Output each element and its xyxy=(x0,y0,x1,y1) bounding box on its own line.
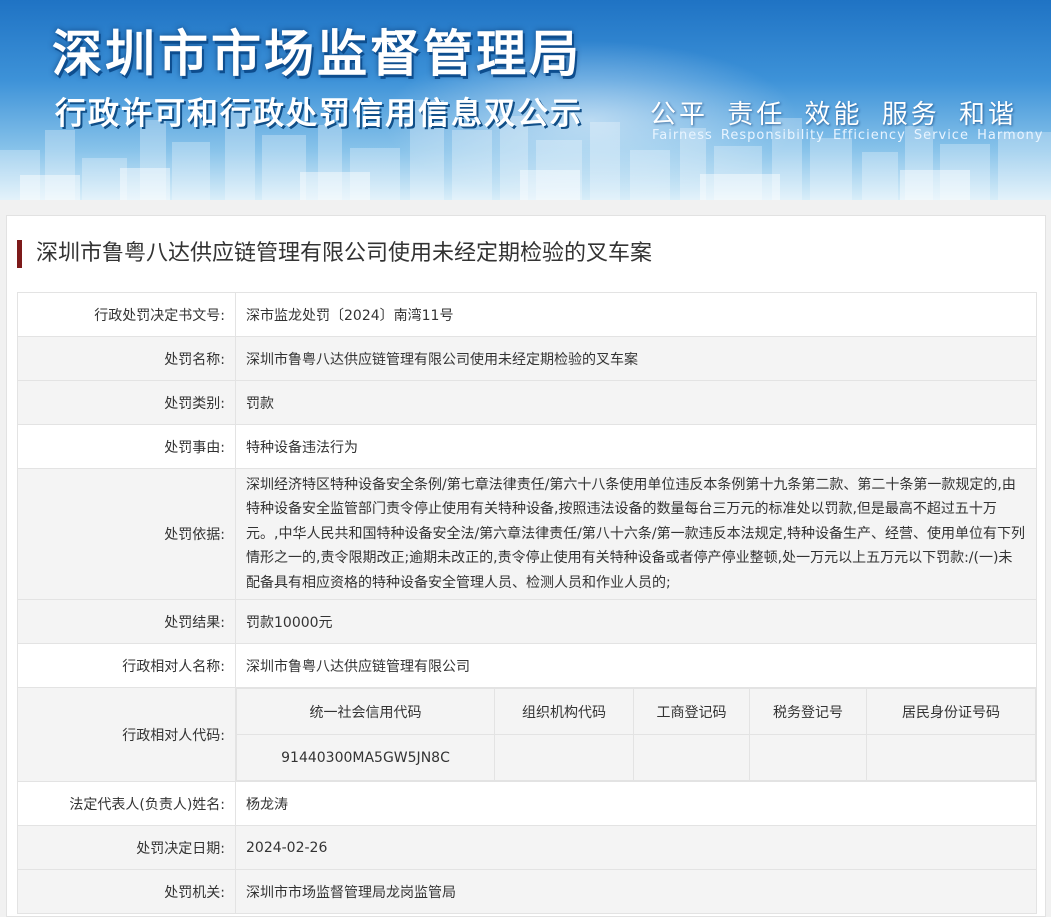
row-label: 处罚决定日期: xyxy=(17,825,236,870)
case-info-table: 行政处罚决定书文号: 深市监龙处罚〔2024〕南湾11号 处罚名称: 深圳市鲁粤… xyxy=(17,292,1037,914)
party-codes-table: 统一社会信用代码 组织机构代码 工商登记码 税务登记号 居民身份证号码 9144… xyxy=(236,688,1036,781)
code-value xyxy=(494,734,634,781)
code-value xyxy=(749,734,867,781)
code-value xyxy=(866,734,1036,781)
code-value xyxy=(633,734,750,781)
row-label: 处罚事由: xyxy=(17,424,236,469)
row-value: 深圳市市场监督管理局龙岗监管局 xyxy=(235,869,1037,914)
row-value: 深圳市鲁粤八达供应链管理有限公司使用未经定期检验的叉车案 xyxy=(235,336,1037,381)
code-header: 组织机构代码 xyxy=(494,688,634,735)
row-value: 罚款 xyxy=(235,380,1037,425)
codes-header-row: 统一社会信用代码 组织机构代码 工商登记码 税务登记号 居民身份证号码 xyxy=(236,688,1036,735)
row-value: 深市监龙处罚〔2024〕南湾11号 xyxy=(235,292,1037,337)
row-penalty-basis: 处罚依据: 深圳经济特区特种设备安全条例/第七章法律责任/第六十八条使用单位违反… xyxy=(17,468,1037,600)
row-label: 处罚机关: xyxy=(17,869,236,914)
row-label: 处罚结果: xyxy=(17,599,236,644)
row-penalty-result: 处罚结果: 罚款10000元 xyxy=(17,599,1037,644)
row-label: 行政相对人代码: xyxy=(17,687,236,782)
code-header: 居民身份证号码 xyxy=(866,688,1036,735)
row-legal-rep: 法定代表人(负责人)姓名: 杨龙涛 xyxy=(17,781,1037,826)
row-penalty-reason: 处罚事由: 特种设备违法行为 xyxy=(17,424,1037,469)
row-label: 处罚名称: xyxy=(17,336,236,381)
header-banner: 深圳市市场监督管理局 行政许可和行政处罚信用信息双公示 公平 责任 效能 服务 … xyxy=(0,0,1051,200)
banner-values-cn: 公平 责任 效能 服务 和谐 xyxy=(650,100,1018,130)
row-label: 行政相对人名称: xyxy=(17,643,236,688)
row-party-codes: 行政相对人代码: 统一社会信用代码 组织机构代码 工商登记码 税务登记号 居民身… xyxy=(17,687,1037,782)
row-penalty-name: 处罚名称: 深圳市鲁粤八达供应链管理有限公司使用未经定期检验的叉车案 xyxy=(17,336,1037,381)
row-value: 2024-02-26 xyxy=(235,825,1037,870)
banner-values-en: Fairness Responsibility Efficiency Servi… xyxy=(652,128,1044,143)
row-value: 深圳经济特区特种设备安全条例/第七章法律责任/第六十八条使用单位违反本条例第十九… xyxy=(235,468,1037,600)
row-label: 行政处罚决定书文号: xyxy=(17,292,236,337)
row-label: 处罚类别: xyxy=(17,380,236,425)
banner-subtitle: 行政许可和行政处罚信用信息双公示 xyxy=(55,96,583,132)
code-header: 工商登记码 xyxy=(633,688,750,735)
row-value: 深圳市鲁粤八达供应链管理有限公司 xyxy=(235,643,1037,688)
codes-value-row: 91440300MA5GW5JN8C xyxy=(236,734,1036,781)
row-agency: 处罚机关: 深圳市市场监督管理局龙岗监管局 xyxy=(17,869,1037,914)
row-value: 杨龙涛 xyxy=(235,781,1037,826)
row-party-name: 行政相对人名称: 深圳市鲁粤八达供应链管理有限公司 xyxy=(17,643,1037,688)
code-value: 91440300MA5GW5JN8C xyxy=(236,734,495,781)
row-decision-date: 处罚决定日期: 2024-02-26 xyxy=(17,825,1037,870)
banner-agency-title: 深圳市市场监督管理局 xyxy=(52,25,582,83)
case-title: 深圳市鲁粤八达供应链管理有限公司使用未经定期检验的叉车案 xyxy=(17,240,652,268)
row-value: 特种设备违法行为 xyxy=(235,424,1037,469)
row-label: 处罚依据: xyxy=(17,468,236,600)
code-header: 统一社会信用代码 xyxy=(236,688,495,735)
case-detail-panel: 深圳市鲁粤八达供应链管理有限公司使用未经定期检验的叉车案 行政处罚决定书文号: … xyxy=(6,215,1046,917)
row-doc-no: 行政处罚决定书文号: 深市监龙处罚〔2024〕南湾11号 xyxy=(17,292,1037,337)
code-header: 税务登记号 xyxy=(749,688,867,735)
party-codes-cell: 统一社会信用代码 组织机构代码 工商登记码 税务登记号 居民身份证号码 9144… xyxy=(235,687,1037,782)
row-value: 罚款10000元 xyxy=(235,599,1037,644)
row-label: 法定代表人(负责人)姓名: xyxy=(17,781,236,826)
row-penalty-type: 处罚类别: 罚款 xyxy=(17,380,1037,425)
